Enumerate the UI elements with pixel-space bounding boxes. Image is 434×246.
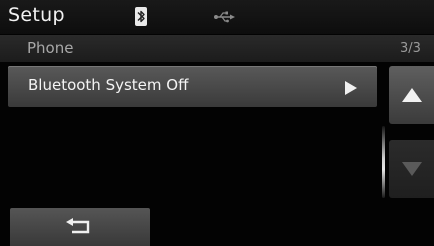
scrollbar[interactable] bbox=[382, 126, 385, 198]
return-arrow-icon bbox=[66, 218, 90, 234]
back-button[interactable] bbox=[10, 208, 150, 246]
status-bar: Setup bbox=[0, 0, 434, 34]
setup-screen: Setup Phone 3/3 Bluetooth System Off bbox=[0, 0, 434, 246]
play-arrow-icon bbox=[345, 80, 357, 95]
usb-icon bbox=[213, 9, 235, 23]
section-title: Phone bbox=[27, 39, 74, 57]
sub-header: Phone 3/3 bbox=[0, 35, 434, 62]
triangle-up-icon bbox=[402, 88, 422, 102]
bluetooth-system-off-item[interactable]: Bluetooth System Off bbox=[8, 66, 377, 107]
scroll-up-button[interactable] bbox=[389, 66, 434, 124]
list-item-label: Bluetooth System Off bbox=[28, 76, 189, 94]
bluetooth-icon bbox=[135, 7, 147, 26]
scroll-down-button[interactable] bbox=[389, 140, 434, 198]
page-indicator: 3/3 bbox=[400, 41, 421, 56]
app-title: Setup bbox=[8, 4, 65, 26]
triangle-down-icon bbox=[402, 162, 422, 176]
